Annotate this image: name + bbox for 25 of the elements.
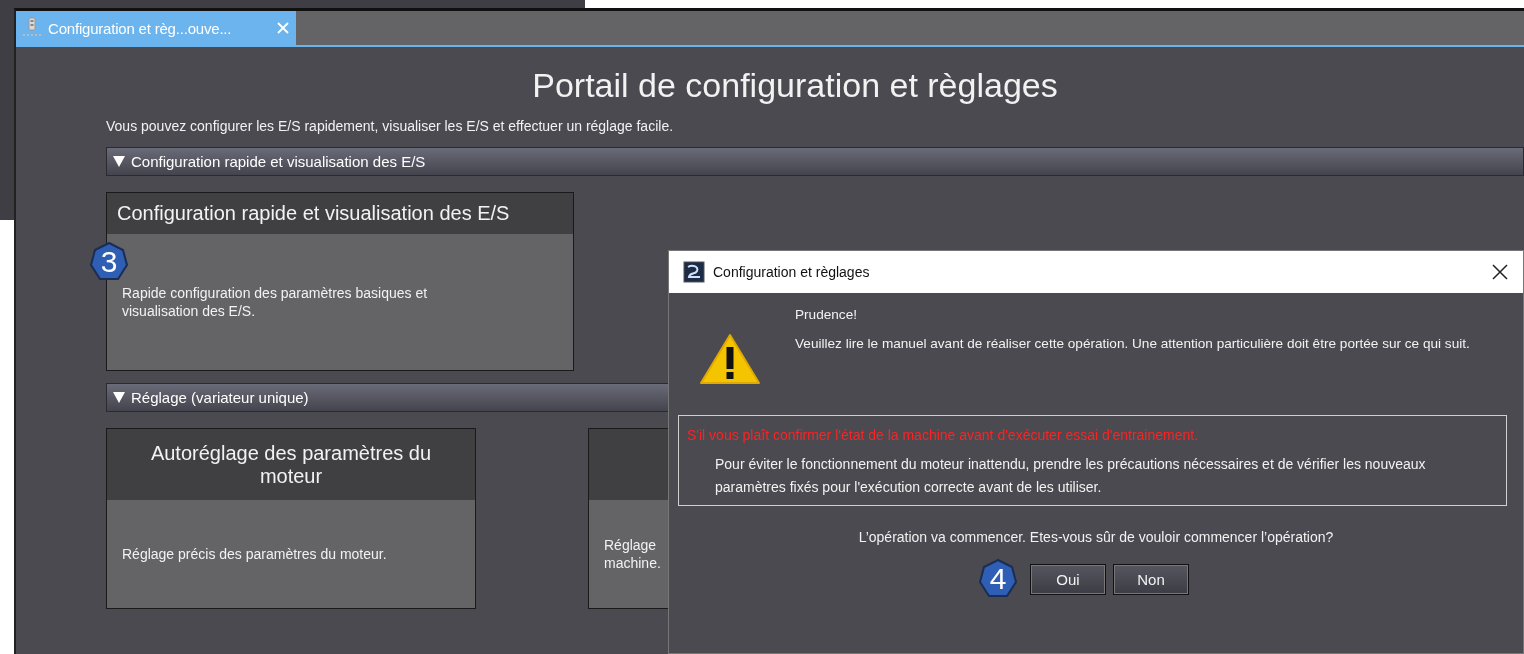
section-header[interactable]: Configuration rapide et visualisation des E/S [106,147,1524,176]
close-icon[interactable] [1491,263,1509,281]
triangle-icon [113,392,125,403]
portal-title: Portail de configuration et règlages [531,65,1059,105]
card-description: Rapide configuration des paramètres basiques et visualisation des E/S. [122,284,429,320]
card-description: Réglage machine. [604,536,661,572]
tool-card[interactable]: Réglage machine. [588,428,670,609]
warning-icon [699,333,761,385]
device-icon [22,17,42,39]
confirmation-question: L’opération va commencer. Etes-vous sûr de vouloir commencer l’opération? [857,528,1335,547]
dialog-heading: Prudence! [795,306,858,324]
yes-button[interactable]: Oui [1030,563,1106,595]
no-button[interactable]: Non [1113,563,1189,595]
portal-description: Vous pouvez configurer les E/S rapidement, visualiser les E/S et effectuer un réglage facile. [106,117,675,135]
dialog-title: Configuration et règlages [713,264,870,280]
card-description: Réglage précis des paramètres du moteur. [122,545,387,563]
callout-badge: 4 [979,559,1017,599]
tool-card[interactable]: Autoréglage des paramètres du moteur Réglage précis des paramètres du moteur. [106,428,476,609]
card-title: Configuration rapide et visualisation des E/S [117,202,510,225]
card-title: Autoréglage des paramètres du moteur [149,441,433,488]
app-icon [683,261,705,283]
dialog-message: Veuillez lire le manuel avant de réaliser cette opération. Une attention particulière doit être portée sur ce qui suit. [795,335,1471,353]
warning-text: S'il vous plaît confirmer l'état de la machine avant d'exécuter essai d'entrainement. [687,426,1200,445]
triangle-icon [113,156,125,167]
notice-text: Pour éviter le fonctionnement du moteur inattendu, prendre les précautions nécessaires et de vérifier les nouveaux paramètres fixés pour l'exécution correcte avant de les utiliser. [714,455,1427,497]
